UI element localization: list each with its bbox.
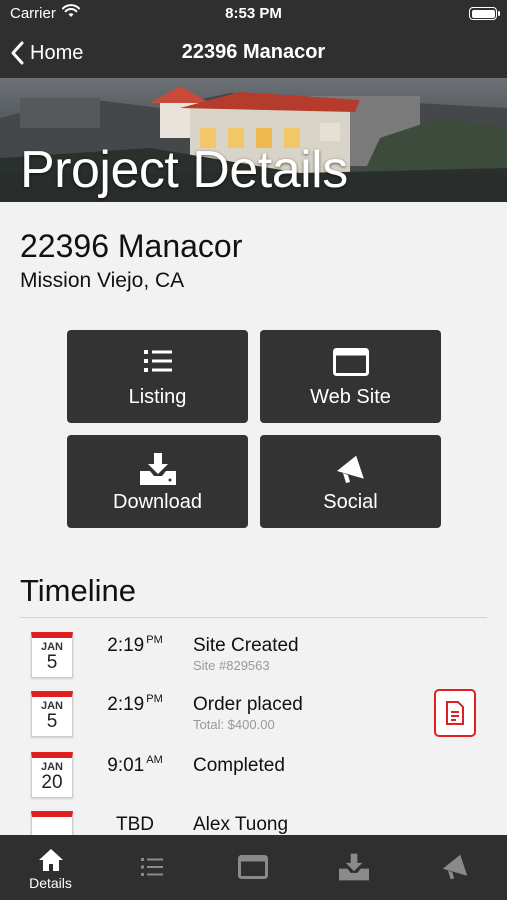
calendar-day: 5 (46, 711, 58, 732)
event-title: Alex Tuong (193, 814, 289, 835)
document-icon (445, 701, 465, 725)
event-time: 9:01 AM (100, 754, 170, 777)
event-time-ampm: PM (146, 693, 163, 705)
tab-download[interactable] (303, 835, 404, 900)
download-icon (67, 453, 248, 485)
calendar-day: 5 (46, 652, 58, 673)
social-button[interactable]: Social (260, 435, 441, 528)
navigation-bar: Home 22396 Manacor (0, 28, 507, 78)
megaphone-icon (260, 453, 441, 485)
tab-details-label: Details (29, 875, 72, 891)
event-time: TBD (100, 814, 170, 836)
megaphone-icon (404, 853, 505, 881)
event-time: 2:19 PM (100, 693, 170, 716)
nav-title: 22396 Manacor (181, 41, 326, 63)
website-button[interactable]: Web Site (260, 330, 441, 423)
hero-title: Project Details (20, 141, 348, 199)
calendar-date: JAN 5 (31, 632, 73, 678)
event-time-value: 2:19 (107, 694, 145, 715)
list-icon (101, 857, 202, 877)
tab-listing[interactable] (101, 835, 202, 900)
event-time: 2:19 PM (100, 634, 170, 657)
event-time-ampm: PM (146, 634, 163, 646)
battery-icon (469, 7, 500, 20)
timeline-row: JAN 20 9:01 AM Completed (0, 750, 507, 810)
timeline-row: JAN 5 2:19 PM Order placed Total: $400.00 (0, 689, 507, 749)
hero-banner: Project Details (0, 78, 507, 202)
tab-details[interactable]: Details (0, 835, 101, 900)
listing-button[interactable]: Listing (67, 330, 248, 423)
calendar-day: 20 (41, 772, 63, 793)
status-time: 8:53 PM (225, 5, 282, 22)
download-label: Download (113, 491, 202, 513)
event-title: Completed (193, 755, 285, 776)
status-bar: Carrier 8:53 PM (0, 0, 507, 28)
tab-social[interactable] (404, 835, 505, 900)
event-time-value: TBD (116, 814, 154, 835)
event-subtitle: Total: $400.00 (193, 717, 275, 732)
invoice-document-button[interactable] (434, 689, 476, 737)
event-time-value: 2:19 (107, 635, 145, 656)
project-address: 22396 Manacor Mission Viejo, CA (20, 228, 242, 293)
timeline-row: JAN 5 2:19 PM Site Created Site #829563 (0, 630, 507, 690)
calendar-date: JAN 5 (31, 691, 73, 737)
browser-window-icon (260, 348, 441, 376)
event-time-ampm: AM (146, 754, 163, 766)
social-label: Social (323, 491, 378, 513)
event-subtitle: Site #829563 (193, 658, 270, 673)
listing-label: Listing (128, 386, 187, 408)
project-name: 22396 Manacor (20, 228, 243, 264)
project-city: Mission Viejo, CA (20, 269, 185, 292)
event-title: Site Created (193, 635, 299, 656)
event-title: Order placed (193, 694, 303, 715)
tab-website[interactable] (202, 835, 303, 900)
website-label: Web Site (310, 386, 391, 408)
tab-bar: Details (0, 835, 507, 900)
browser-window-icon (202, 855, 303, 879)
calendar-date: JAN 20 (31, 752, 73, 798)
download-button[interactable]: Download (67, 435, 248, 528)
home-icon (0, 848, 101, 872)
timeline-title: Timeline (20, 573, 136, 608)
timeline-divider (20, 617, 487, 618)
event-time-value: 9:01 (107, 755, 145, 776)
list-icon (67, 348, 248, 374)
download-icon (303, 853, 404, 881)
